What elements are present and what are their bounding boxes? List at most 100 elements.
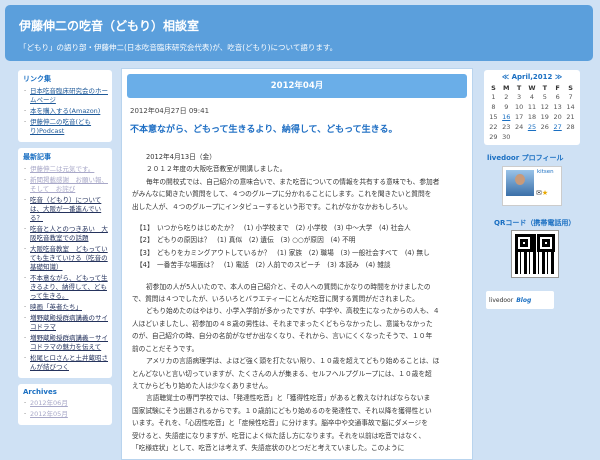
calendar-day: 11 [527, 103, 537, 111]
star-icon[interactable]: ★ [542, 189, 548, 197]
recent-post-item[interactable]: 映画「英者たち」 [23, 303, 108, 312]
calendar-day: 5 [542, 93, 547, 101]
post-datetime: 2012年04月27日 09:41 [130, 107, 210, 115]
calendar-table: SMTWTFS 1 2 3 4 5 6 7 8 9 10 11 12 13 14 15 16 17 18 19 20 2… [487, 84, 577, 142]
calendar-day: 23 [502, 123, 511, 131]
calendar-day [564, 132, 577, 142]
calendar-day [551, 132, 564, 142]
question-line: 【2】 どもりの原因は？ (1) 真似 (2) 遺伝 (3) ○○が原因 (4)… [136, 236, 356, 245]
calendar-day: 24 [514, 123, 524, 131]
post-paragraph: 言語聴覚士の専門学校では、「発達性吃音」と「獲得性吃音」があると教えなければなら… [146, 394, 431, 403]
qr-code-icon [511, 230, 559, 278]
post-paragraph: 前のことだそうです。 [132, 344, 199, 353]
recent-post-item[interactable]: 伊藤伸二は元気です。 [23, 165, 108, 174]
calendar-day: 14 [566, 103, 575, 111]
calendar-day[interactable]: 16 [500, 112, 513, 122]
calendar-day: 22 [489, 123, 498, 131]
calendar-header: ≪ April,2012 ≫ [487, 73, 577, 81]
calendar-day: 21 [566, 113, 575, 121]
post-paragraph: どもり始めたのはやはり、小学入学前が多かったですが、中学や、高校生になったからの… [146, 307, 440, 316]
post-title[interactable]: 不本意ながら、どもって生きるより、納得して、どもって生きる。 [130, 122, 464, 135]
calendar-day: 18 [527, 113, 537, 121]
calendar-day: 3 [517, 93, 522, 101]
recent-post-item[interactable]: 吃音と人とのつきあい 大阪吃音教室での話題 [23, 225, 108, 243]
right-sidebar: ≪ April,2012 ≫ SMTWTFS 1 2 3 4 5 6 7 8 9 10 11 12 13… [484, 70, 580, 460]
post-body: 2012年4月13日（金） ２０１２年度の大阪吃音教室が開講しました。 毎年の開… [132, 151, 462, 454]
post-paragraph: のが、自己紹介の時、自分の名前がなぜか出なくなり、それから、言いにくくなったそう… [132, 332, 433, 341]
archives-title: Archives [23, 388, 57, 396]
post-paragraph: 毎年の開校式では、自己紹介の意味合いで、また吃音についての情報を共有する意味でも… [146, 177, 440, 186]
livedoor-label: livedoor [489, 296, 514, 304]
calendar-day: 29 [489, 133, 498, 141]
calendar-day [513, 132, 526, 142]
recent-posts-title: 最新記事 [23, 153, 51, 161]
calendar-day: 12 [540, 103, 549, 111]
left-sidebar: リンク集 日本吃音臨床研究会のホームページ 本を購入する(Amazon) 伊藤伸… [18, 70, 112, 460]
link-item[interactable]: 本を購入する(Amazon) [23, 107, 108, 116]
recent-posts-box: 最新記事 伊藤伸二は元気です。 新聞掲載感謝 お願い報、そして お詫び 吃音（ど… [18, 148, 112, 378]
recent-post-item[interactable]: 不本意ながら、どもって生きるより、納得して、どもって生きる。 [23, 274, 108, 301]
calendar-weekday: T [516, 84, 522, 92]
post-paragraph: 国家試験にそう出題されるからです。１０歳前にどもり始めるのを発達性で、それ以降を… [132, 406, 432, 415]
calendar-day: 9 [504, 103, 509, 111]
calendar-next-link[interactable]: ≫ [555, 73, 562, 81]
recent-post-item[interactable]: 大阪吃音教室 どもっていても生きていける（吃音の基礎知識） [23, 245, 108, 272]
post-paragraph: ２０１２年度の大阪吃音教室が開講しました。 [146, 165, 287, 174]
calendar-day: 7 [568, 93, 573, 101]
post-header: 2012年04月27日 09:41 不本意ながら、どもって生きるより、納得して、… [130, 106, 464, 135]
links-title: リンク集 [23, 75, 51, 83]
calendar-day: 13 [553, 103, 562, 111]
calendar-day: 28 [566, 123, 575, 131]
post-paragraph: アメリカの言語病理学は、よほど強く頭を打たない限り、１０歳を超えてどもり始めるこ… [146, 357, 440, 366]
avatar[interactable] [506, 170, 534, 196]
question-line: 【3】 どもりをカミングアウトしているか？ (1) 家族 (2) 職場 (3) … [136, 248, 430, 257]
question-line: 【1】 いつから吃りはじめたか？ (1) 小学校まで (2) 小学校 (3) 中… [136, 224, 411, 233]
livedoor-blog-badge[interactable]: livedoor Blog [486, 291, 554, 309]
links-box: リンク集 日本吃音臨床研究会のホームページ 本を購入する(Amazon) 伊藤伸… [18, 70, 112, 142]
livedoor-blog-label: Blog [516, 296, 532, 304]
recent-post-item[interactable]: 増野蔵殿授群病講義－サイコドラマの魅力を伝えて [23, 334, 108, 352]
profile-action-icons[interactable]: ✉★ [536, 189, 548, 197]
post-paragraph: がみんなに聞きたい質問をして、４つのグループに分かれることにします。これを聞きた… [132, 190, 432, 199]
calendar-day: 15 [489, 113, 498, 121]
profile-card[interactable]: kitsen ✉★ [502, 166, 562, 206]
post-paragraph: 2012年4月13日（金） [146, 153, 216, 161]
archive-item[interactable]: 2012年06月 [23, 399, 108, 408]
calendar-weekday: S [491, 84, 496, 92]
calendar-day[interactable]: 25 [526, 122, 539, 132]
main-content: 2012年04月 2012年04月27日 09:41 不本意ながら、どもって生き… [121, 68, 473, 460]
post-paragraph: えてからどもり始めた人は少なくありません。 [132, 381, 272, 390]
calendar-day: 10 [514, 103, 524, 111]
calendar-prev-link[interactable]: ≪ [502, 73, 509, 81]
post-paragraph: 人ほどいましたし、初参加の４８歳の男性は、それまでまったくどもらなかったし、意識… [132, 319, 433, 328]
link-item[interactable]: 伊藤伸二の吃音(どもり)Podcast [23, 118, 108, 136]
recent-post-item[interactable]: 増野蔵殿授群病講義のサイコドラマ [23, 314, 108, 332]
calendar-day [538, 132, 551, 142]
archive-item[interactable]: 2012年05月 [23, 410, 108, 419]
calendar-day: 4 [529, 93, 535, 101]
calendar-day: 19 [540, 113, 549, 121]
question-line: 【4】 一番苦手な場面は？ (1) 電話 (2) 人前でのスピーチ (3) 本読… [136, 261, 391, 270]
calendar-day: 1 [491, 93, 496, 101]
profile-name[interactable]: kitsen [537, 169, 554, 175]
recent-post-item[interactable]: 新聞掲載感謝 お願い報、そして お詫び [23, 176, 108, 194]
calendar-day: 8 [491, 103, 496, 111]
blog-title[interactable]: 伊藤伸二の吃音（どもり）相談室 [19, 17, 199, 34]
month-heading: 2012年04月 [127, 74, 467, 98]
post-paragraph: います。それを、「心因性吃音」と「症候性吃音」に分けます。脳卒中や交通事故で脳に… [132, 419, 428, 428]
calendar-box: ≪ April,2012 ≫ SMTWTFS 1 2 3 4 5 6 7 8 9 10 11 12 13… [484, 70, 580, 145]
recent-post-item[interactable]: 吃音（どもり）については、大阪が一番進んでいる？ [23, 196, 108, 223]
qr-title: QRコード（携帯電話用） [494, 219, 576, 227]
post-paragraph: 受けると、失語症になりますが、吃音によく似た話し方になります。それを以前は吃音で… [132, 431, 426, 440]
post-paragraph: で、質問は４つでしたが、いろいろとバラエティーにとんだ吃音に関する質問がだされま… [132, 295, 419, 304]
calendar-day [526, 132, 539, 142]
calendar-day[interactable]: 27 [551, 122, 564, 132]
link-item[interactable]: 日本吃音臨床研究会のホームページ [23, 87, 108, 105]
calendar-weekday: F [555, 84, 560, 92]
calendar-day: 17 [514, 113, 524, 121]
calendar-day: 6 [555, 93, 560, 101]
calendar-weekday: W [528, 84, 536, 92]
recent-post-item[interactable]: 松尾ヒロさんと土井蔵昭さんが結びつく [23, 354, 108, 372]
post-paragraph: 初参加の人が5人いたので、本人の自己紹介と、その人への質問にかなりの時間をかけま… [146, 282, 431, 291]
post-paragraph: 出した人が、４つのグループにインタビューするという形です。これがなかなかおもしろ… [132, 202, 412, 211]
